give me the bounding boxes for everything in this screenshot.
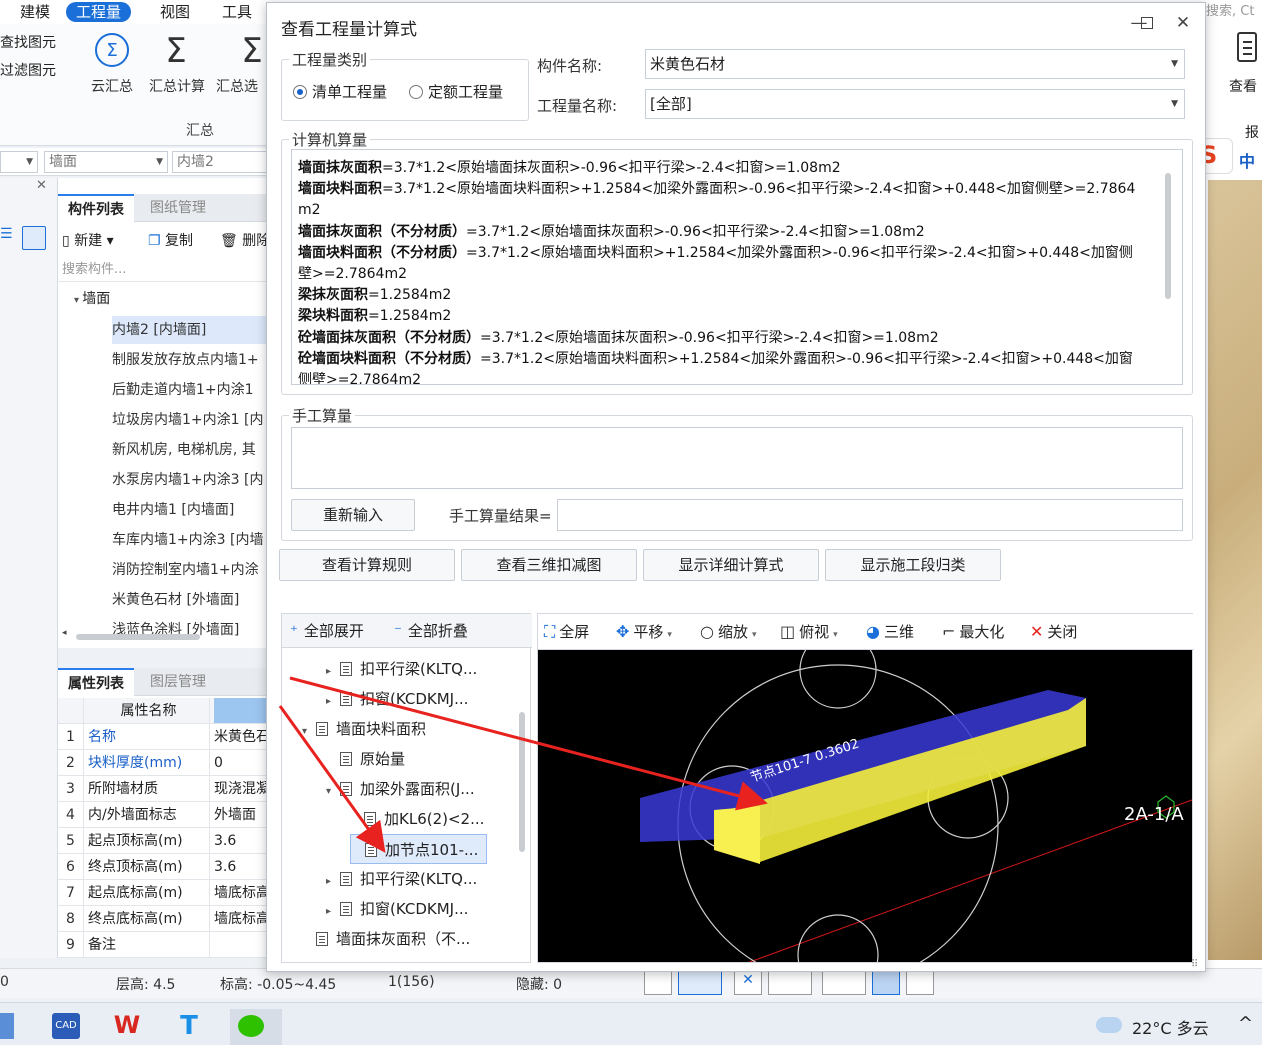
annotation-arrow-to-beam xyxy=(289,676,768,811)
annotation-arrows xyxy=(278,676,768,853)
annotation-arrow-to-node xyxy=(278,705,386,853)
